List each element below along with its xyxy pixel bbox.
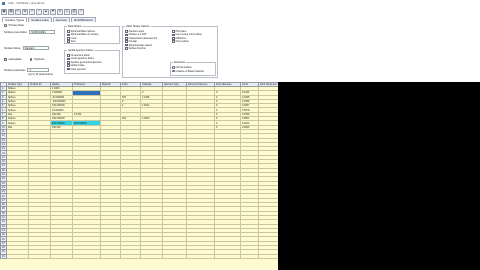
right-option-label: Only surface xyxy=(175,40,190,44)
surface-parameter-label: Surface parameter xyxy=(4,68,26,72)
reflect-option[interactable]: Normal surface xyxy=(172,66,192,69)
global-aperture-option-label: Clear aperture xyxy=(70,67,86,71)
surface-name-field[interactable]: Standard xyxy=(22,46,49,50)
column-header[interactable]: Field Parameter xyxy=(258,82,278,87)
other-shape-option-label: Surface Number xyxy=(128,47,146,50)
chart-icon[interactable]: ▥ xyxy=(71,8,77,15)
surface-name-label: Surface Name xyxy=(4,46,21,50)
surface-parameter-row: Surface parameter 1 xyxy=(4,68,50,72)
reflect-radio[interactable] xyxy=(172,69,175,73)
autoupdate-checkbox[interactable] xyxy=(4,58,7,61)
refresh-icon[interactable]: ↻ xyxy=(57,8,63,15)
table-row[interactable]: 40 xyxy=(0,253,278,259)
global-aperture-option[interactable]: Clear aperture xyxy=(67,68,86,71)
data-shape-option[interactable]: Toric xyxy=(67,40,76,43)
move-down-icon[interactable]: ▼ xyxy=(50,8,56,15)
grid-cell[interactable] xyxy=(72,253,101,259)
optimise-label: Optimise xyxy=(34,58,45,61)
calculate-icon[interactable]: Σ xyxy=(64,8,70,15)
surface-prescription-field[interactable]: SURFNAME1 xyxy=(29,30,56,34)
grid-cell[interactable] xyxy=(240,253,259,259)
cut-icon[interactable]: ✂ xyxy=(15,8,21,15)
primary-data-row: Primary Data xyxy=(4,24,24,27)
data-shape-checkbox[interactable] xyxy=(67,40,70,43)
other-shape-option[interactable]: Surface Number xyxy=(125,47,146,50)
grid-cell[interactable] xyxy=(258,253,278,259)
optimise-radio[interactable] xyxy=(29,58,33,61)
surface-prescription-row: Surface prescription SURFNAME1 xyxy=(4,30,56,34)
reflect-option[interactable]: Instance of flatted material xyxy=(172,70,204,73)
primary-data-radio[interactable] xyxy=(4,24,7,27)
global-aperture-checkbox[interactable] xyxy=(67,57,70,61)
grid-cell[interactable] xyxy=(120,253,141,259)
global-aperture-title: Global Aperture Factor xyxy=(67,49,95,52)
delete-row-icon[interactable]: − xyxy=(36,8,42,15)
global-aperture-checkbox[interactable] xyxy=(67,67,70,71)
right-option-checkbox[interactable] xyxy=(172,40,175,43)
autoupdate-row: autoupdate Optimise xyxy=(4,58,44,61)
grid-body: 1 Sphere 1.1000 2 Sphere 3.000000 0 0 0.1234 3 Sph… xyxy=(0,85,278,259)
grid-cell[interactable] xyxy=(50,253,73,259)
right-option-checkbox[interactable] xyxy=(172,33,175,37)
grid-cell[interactable] xyxy=(186,253,215,259)
grid-cell[interactable] xyxy=(140,253,163,259)
window-title: LPE - SAMPLE / grid.alhnm xyxy=(8,1,46,5)
grid-cell[interactable] xyxy=(6,253,29,259)
copy-icon[interactable]: ⧉ xyxy=(22,8,28,15)
grid-cell[interactable] xyxy=(100,253,121,259)
grid-area: Surface Type Surface ID Radius Thickness Mat… xyxy=(0,82,480,270)
other-shape-checkbox[interactable] xyxy=(125,40,128,43)
surface-parameter-field[interactable]: 1 xyxy=(27,68,50,72)
grid-cell[interactable] xyxy=(214,253,241,259)
help-icon[interactable]: ? xyxy=(78,8,84,15)
grid-cell[interactable] xyxy=(28,253,51,259)
other-shape-checkbox[interactable] xyxy=(125,47,128,50)
other-shape-checkbox[interactable] xyxy=(125,43,128,47)
other-shape-title: Other Shape Options xyxy=(125,25,151,28)
autoupdate-label: autoupdate xyxy=(8,58,22,61)
insert-row-icon[interactable]: + xyxy=(29,8,35,15)
global-aperture-checkbox[interactable] xyxy=(67,64,70,67)
surface-parameter-unit-row: (up to 10 parameters) xyxy=(28,73,53,76)
lens-data-table: Surface Type Surface ID Radius Thickness Mat… xyxy=(0,82,278,259)
other-shape-checkbox[interactable] xyxy=(125,33,128,37)
surface-types-panel: Primary Data Surface prescription SURFNA… xyxy=(0,22,250,80)
data-shape-checkbox[interactable] xyxy=(67,33,70,37)
toolbar: ▣ ▤ ✂ ⧉ + − ▲ ▼ ↻ Σ ▥? xyxy=(0,7,480,16)
grid-cell[interactable] xyxy=(162,253,187,259)
app-icon xyxy=(2,1,5,5)
reflect-option-label: Instance of flatted material xyxy=(175,69,204,73)
surface-name-row: Surface Name Standard xyxy=(4,46,49,50)
lens-data-grid: Surface Type Surface ID Radius Thickness Mat… xyxy=(0,82,278,270)
data-shape-option-label: Toric xyxy=(70,40,76,44)
save-icon[interactable]: ▤ xyxy=(8,8,14,15)
reflection-title: Reflection xyxy=(173,61,187,64)
reflect-option-label: Normal surface xyxy=(175,66,192,69)
primary-data-label: Primary Data xyxy=(8,24,24,27)
open-icon[interactable]: ▣ xyxy=(1,8,7,15)
move-up-icon[interactable]: ▲ xyxy=(43,8,49,15)
data-shape-title: Data Shape xyxy=(67,25,83,28)
right-option[interactable]: Only surface xyxy=(172,40,189,43)
surface-parameter-unit: (up to 10 parameters) xyxy=(28,73,53,76)
reflect-radio[interactable] xyxy=(172,66,175,69)
title-bar: LPE - SAMPLE / grid.alhnm xyxy=(0,0,480,6)
surface-prescription-label: Surface prescription xyxy=(4,30,28,34)
